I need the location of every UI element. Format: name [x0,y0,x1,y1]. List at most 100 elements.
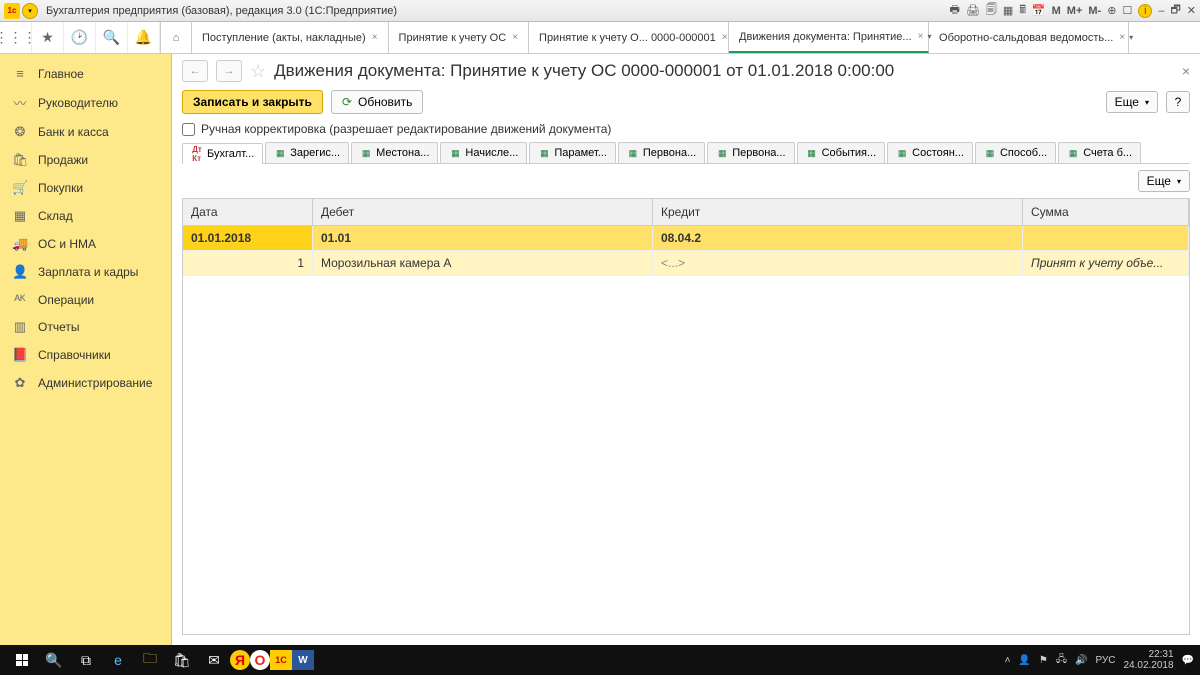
favorite-icon[interactable]: ★ [32,22,64,53]
subtab-sobytiya[interactable]: ▦События... [797,142,886,163]
close-icon[interactable]: × [1119,32,1125,43]
grid-icon: ▦ [984,147,996,159]
sidebar-item-bank[interactable]: ❂Банк и касса [0,118,171,146]
chevron-down-icon: ▾ [1177,177,1181,186]
subtab-sposob[interactable]: ▦Способ... [975,142,1056,163]
history-icon[interactable]: 🕑 [64,22,96,53]
table-icon[interactable]: ▦ [1003,4,1013,17]
print-icon[interactable]: 🖶 [950,1,960,20]
sidebar-item-purchases[interactable]: 🛒Покупки [0,174,171,202]
home-button[interactable]: ⌂ [160,22,192,53]
notifications-icon[interactable]: 🔔 [128,22,160,53]
window-icon[interactable]: ☐ [1122,4,1132,17]
calendar-icon[interactable]: 📅 [1032,4,1046,17]
close-icon[interactable]: × [512,32,518,43]
tray-lang[interactable]: РУС [1095,655,1115,666]
sidebar-item-os[interactable]: 🚚ОС и НМА [0,230,171,258]
col-credit[interactable]: Кредит [653,199,1023,225]
tray-up-icon[interactable]: ˄ [1005,655,1011,666]
yandex-icon[interactable]: Я [230,650,250,670]
app-menu-dropdown[interactable]: ▾ [22,3,38,19]
compare-icon[interactable]: 🗐 [986,1,997,20]
sidebar-item-operations[interactable]: ᴬᴷОперации [0,286,171,313]
sidebar-item-main[interactable]: ≡Главное [0,60,171,87]
start-button[interactable] [6,645,38,675]
restore-icon[interactable]: 🗗 [1170,1,1180,20]
help-button[interactable]: ? [1166,91,1190,113]
doc-close-icon[interactable]: × [1182,63,1190,79]
word-icon[interactable]: W [292,650,314,670]
sidebar: ≡Главное 〰Руководителю ❂Банк и касса 🛍Пр… [0,54,172,645]
subtab-paramet[interactable]: ▦Парамет... [529,142,616,163]
tab-osv[interactable]: Оборотно-сальдовая ведомость...×▾ [929,22,1129,53]
more-button[interactable]: Еще ▾ [1106,91,1158,113]
table-row[interactable]: 01.01.2018 01.01 08.04.2 [183,226,1189,251]
clock[interactable]: 22:31 24.02.2018 [1123,649,1173,671]
apps-icon[interactable]: ⋮⋮⋮ [0,22,32,53]
sidebar-item-dictionaries[interactable]: 📕Справочники [0,341,171,369]
1c-icon[interactable]: 1C [270,650,292,670]
save-close-button[interactable]: Записать и закрыть [182,90,323,114]
sidebar-item-salary[interactable]: 👤Зарплата и кадры [0,258,171,286]
close-icon[interactable]: × [372,32,378,43]
chevron-down-icon[interactable]: ▾ [1129,33,1133,42]
tray-flag-icon[interactable]: ⚑ [1039,655,1048,666]
nav-back-button[interactable]: ← [182,60,208,82]
subtab-zaregis[interactable]: ▦Зарегис... [265,142,349,163]
tray-people-icon[interactable]: 👤 [1018,655,1030,666]
edge-icon[interactable]: e [102,645,134,675]
subtab-pervona2[interactable]: ▦Первона... [707,142,794,163]
sidebar-item-stock[interactable]: ▦Склад [0,202,171,230]
taskview-button[interactable]: ⧉ [70,645,102,675]
mail-icon[interactable]: ✉ [198,645,230,675]
subtab-mestona[interactable]: ▦Местона... [351,142,438,163]
close-icon[interactable]: ✕ [1187,4,1196,17]
sidebar-item-manager[interactable]: 〰Руководителю [0,87,171,118]
favorite-star-icon[interactable]: ☆ [250,61,266,82]
memory-mplus[interactable]: M+ [1067,5,1083,17]
grid-more-button[interactable]: Еще ▾ [1138,170,1190,192]
windows-taskbar: 🔍 ⧉ e 🗀 🛍 ✉ Я O 1C W ˄ 👤 ⚑ 🖧 🔊 РУС 22:31… [0,645,1200,675]
close-icon[interactable]: × [918,31,924,42]
tab-prinyatie-2[interactable]: Принятие к учету О... 0000-000001× [529,22,729,53]
sidebar-item-reports[interactable]: ▥Отчеты [0,313,171,341]
refresh-button[interactable]: ⟳Обновить [331,90,423,114]
tray-volume-icon[interactable]: 🔊 [1075,655,1087,666]
tab-postuplenie[interactable]: Поступление (акты, накладные)× [192,22,389,53]
col-debit[interactable]: Дебет [313,199,653,225]
store-icon[interactable]: 🛍 [166,645,198,675]
page-title: Движения документа: Принятие к учету ОС … [274,61,894,81]
col-date[interactable]: Дата [183,199,313,225]
opera-icon[interactable]: O [250,650,270,670]
search-button[interactable]: 🔍 [38,645,70,675]
grid-header: Дата Дебет Кредит Сумма [183,199,1189,226]
grid-more-row: Еще ▾ [182,170,1190,192]
info-icon[interactable]: i [1138,4,1152,18]
table-row[interactable]: 1 Морозильная камера А <...> Принят к уч… [183,251,1189,276]
memory-m[interactable]: M [1052,5,1061,17]
data-grid[interactable]: Дата Дебет Кредит Сумма 01.01.2018 01.01… [182,198,1190,635]
tab-prinyatie-1[interactable]: Принятие к учету ОС× [389,22,529,53]
sidebar-item-admin[interactable]: ✿Администрирование [0,369,171,397]
subtab-scheta[interactable]: ▦Счета б... [1058,142,1141,163]
zoom-icon[interactable]: ⊕ [1107,4,1116,17]
tray-notifications-icon[interactable]: 💬 [1182,655,1194,666]
search-icon[interactable]: 🔍 [96,22,128,53]
subtab-pervona1[interactable]: ▦Первона... [618,142,705,163]
calc-icon[interactable]: 🖩 [1019,1,1026,20]
memory-mminus[interactable]: M- [1088,5,1101,17]
col-sum[interactable]: Сумма [1023,199,1189,225]
subtab-bukhgalt[interactable]: ДтКтБухгалт... [182,143,263,164]
close-icon[interactable]: × [722,32,728,43]
tray-network-icon[interactable]: 🖧 [1056,652,1067,669]
sidebar-item-sales[interactable]: 🛍Продажи [0,146,171,174]
subtab-nachisle[interactable]: ▦Начисле... [440,142,527,163]
nav-forward-button[interactable]: → [216,60,242,82]
explorer-icon[interactable]: 🗀 [134,645,166,675]
tab-dvizheniya[interactable]: Движения документа: Принятие...×▾ [729,22,929,53]
minimize-icon[interactable]: – [1158,5,1164,17]
subtab-sostoyan[interactable]: ▦Состоян... [887,142,973,163]
printer-icon[interactable]: 🖨 [966,4,980,17]
manual-edit-checkbox[interactable] [182,123,195,136]
bank-icon: ❂ [12,124,28,140]
